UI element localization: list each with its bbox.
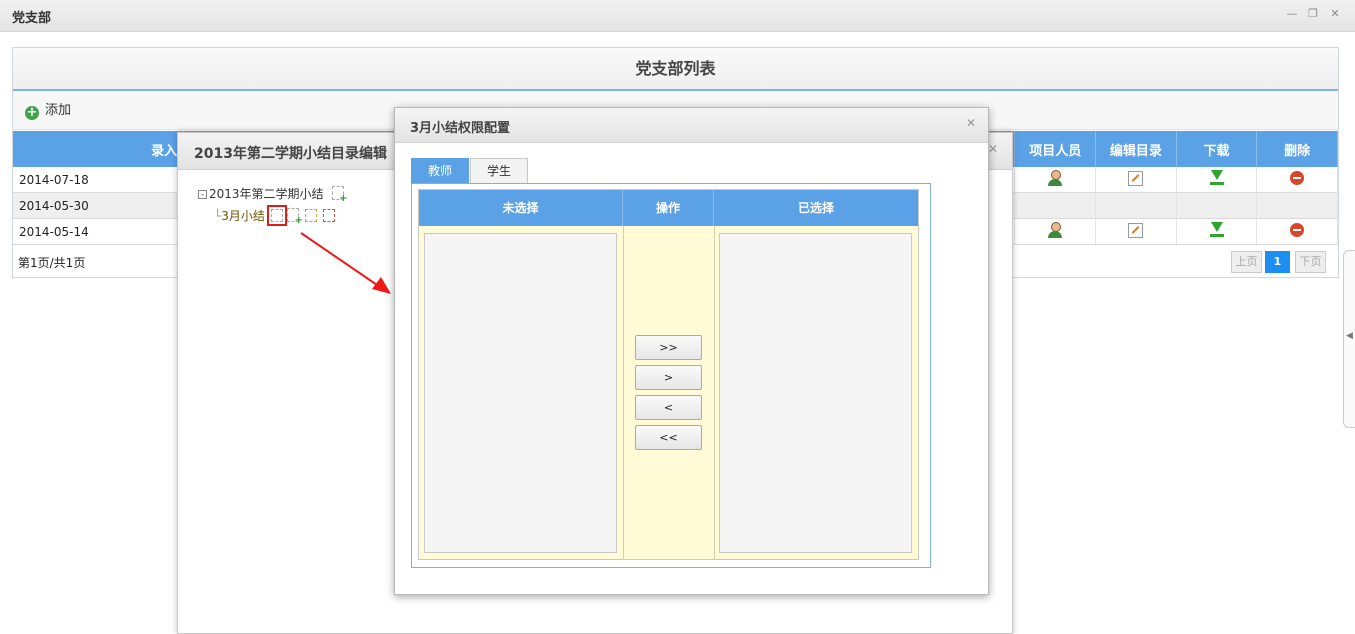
tree-root-label: 2013年第二学期小结	[209, 187, 324, 201]
add-child-icon[interactable]	[331, 186, 348, 204]
row-date: 2014-05-30	[13, 192, 185, 219]
next-page-button[interactable]: 下页	[1295, 251, 1326, 273]
chevron-left-icon: ◀	[1346, 331, 1353, 341]
download-icon[interactable]	[1209, 170, 1225, 186]
column-header-edit-dir: 编辑目录	[1095, 131, 1177, 167]
selected-listbox[interactable]	[719, 233, 912, 553]
tree-node-root[interactable]: -2013年第二学期小结	[198, 185, 348, 204]
add-label: 添加	[45, 103, 72, 118]
prev-page-button[interactable]: 上页	[1231, 251, 1262, 273]
person-icon[interactable]	[1047, 170, 1063, 186]
column-header-delete: 删除	[1256, 131, 1338, 167]
close-icon[interactable]: ✕	[988, 142, 998, 156]
remove-one-button[interactable]: <	[635, 395, 702, 420]
column-header-unselected: 未选择	[419, 190, 623, 226]
close-icon[interactable]: ✕	[1328, 7, 1342, 21]
permission-config-dialog: 3月小结权限配置 ✕ 教师 学生 未选择 操作 >> > < << 已选择	[394, 107, 989, 595]
rename-icon[interactable]	[304, 209, 317, 222]
add-child-icon[interactable]	[286, 208, 303, 226]
delete-icon[interactable]	[1290, 171, 1305, 185]
window-titlebar: 党支部 — ❐ ✕	[0, 0, 1355, 32]
remove-all-button[interactable]: <<	[635, 425, 702, 450]
edit-icon[interactable]	[1128, 170, 1144, 186]
collapse-icon[interactable]: -	[198, 190, 207, 199]
selection-table: 未选择 操作 >> > < << 已选择	[418, 189, 919, 560]
window-title: 党支部	[12, 11, 52, 26]
add-one-button[interactable]: >	[635, 365, 702, 390]
tree-child-label: 3月小结	[221, 209, 265, 223]
pager-info: 第1页/共1页	[18, 256, 86, 270]
row-date: 2014-05-14	[13, 218, 185, 245]
tab-student[interactable]: 学生	[470, 158, 528, 183]
permission-config-icon[interactable]	[266, 205, 287, 226]
tree-node-child[interactable]: └3月小结	[214, 205, 335, 226]
column-header-download: 下载	[1176, 131, 1258, 167]
unselected-listbox[interactable]	[424, 233, 617, 553]
dialog-title: 3月小结权限配置	[410, 121, 511, 136]
column-header-entry: 录入	[13, 131, 185, 167]
minimize-icon[interactable]: —	[1285, 7, 1299, 21]
restore-icon[interactable]: ❐	[1306, 7, 1320, 21]
person-icon[interactable]	[1047, 222, 1063, 238]
row-date: 2014-07-18	[13, 167, 185, 193]
dialog-title: 2013年第二学期小结目录编辑	[194, 146, 387, 162]
tab-pane: 未选择 操作 >> > < << 已选择	[411, 183, 931, 568]
edit-icon[interactable]	[1128, 222, 1144, 238]
dialog-header: 3月小结权限配置 ✕	[395, 108, 988, 143]
column-header-members: 项目人员	[1014, 131, 1097, 167]
download-icon[interactable]	[1209, 222, 1225, 238]
page-1-button[interactable]: 1	[1265, 251, 1290, 273]
add-button[interactable]: + 添加	[25, 102, 71, 120]
add-all-button[interactable]: >>	[635, 335, 702, 360]
column-header-operation: 操作	[623, 190, 714, 226]
delete-icon[interactable]	[1290, 223, 1305, 237]
plus-circle-icon: +	[25, 105, 39, 120]
side-collapse-handle[interactable]: ◀	[1343, 250, 1355, 428]
page-title: 党支部列表	[13, 48, 1338, 91]
remove-node-icon[interactable]	[322, 209, 335, 222]
column-header-selected: 已选择	[714, 190, 918, 226]
close-icon[interactable]: ✕	[966, 116, 976, 130]
tab-teacher[interactable]: 教师	[411, 158, 469, 183]
